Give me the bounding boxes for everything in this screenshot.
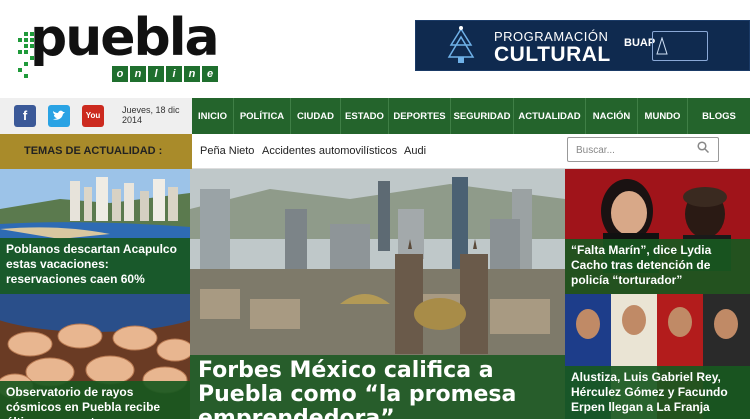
- header: puebla o n l i n e PROGRAMACIÓN CULTURAL…: [0, 0, 750, 98]
- page: puebla o n l i n e PROGRAMACIÓN CULTURAL…: [0, 0, 750, 419]
- facebook-icon[interactable]: f: [14, 105, 36, 127]
- nav-item-estado[interactable]: ESTADO: [341, 98, 389, 134]
- christmas-tree-icon: [447, 26, 475, 63]
- banner-line2: CULTURAL: [494, 43, 611, 66]
- nav-item-deportes[interactable]: DEPORTES: [389, 98, 451, 134]
- banner-line1: PROGRAMACIÓN: [494, 29, 609, 44]
- main-nav: INICIO POLÍTICA CIUDAD ESTADO DEPORTES S…: [192, 98, 750, 134]
- logo-letter: l: [148, 66, 164, 82]
- topics-label: TEMAS DE ACTUALIDAD :: [0, 134, 192, 169]
- story-tile-observatorio[interactable]: Observatorio de rayos cósmicos en Puebla…: [0, 294, 190, 419]
- nav-item-mundo[interactable]: MUNDO: [638, 98, 688, 134]
- twitter-icon[interactable]: [48, 105, 70, 127]
- site-logo[interactable]: puebla o n l i n e: [16, 8, 246, 88]
- story-tile-lydia[interactable]: “Falta Marín”, dice Lydia Cacho tras det…: [565, 169, 750, 294]
- story-title[interactable]: “Falta Marín”, dice Lydia Cacho tras det…: [565, 239, 750, 294]
- topic-link[interactable]: Audi: [404, 145, 426, 157]
- logo-letter: n: [130, 66, 146, 82]
- advert-banner[interactable]: PROGRAMACIÓN CULTURAL BUAP: [415, 20, 750, 71]
- current-date: Jueves, 18 dic 2014: [122, 105, 180, 125]
- nav-item-nacion[interactable]: NACIÓN: [586, 98, 638, 134]
- logo-letter: e: [202, 66, 218, 82]
- nav-item-blogs[interactable]: BLOGS: [688, 98, 750, 134]
- nav-item-inicio[interactable]: INICIO: [192, 98, 234, 134]
- logo-letter: o: [112, 66, 128, 82]
- story-title[interactable]: Observatorio de rayos cósmicos en Puebla…: [0, 381, 190, 419]
- story-title[interactable]: Alustiza, Luis Gabriel Rey, Hérculez Góm…: [565, 366, 750, 419]
- story-tile-lafranja[interactable]: Alustiza, Luis Gabriel Rey, Hérculez Góm…: [565, 294, 750, 419]
- nav-item-seguridad[interactable]: SEGURIDAD: [451, 98, 514, 134]
- social-bar: f You Jueves, 18 dic 2014: [0, 98, 192, 134]
- search-icon[interactable]: [697, 141, 709, 153]
- nav-item-politica[interactable]: POLÍTICA: [234, 98, 291, 134]
- topic-link[interactable]: Accidentes automovilísticos: [262, 145, 397, 157]
- logo-letter: i: [166, 66, 182, 82]
- story-title[interactable]: Forbes México califica a Puebla como “la…: [190, 355, 565, 419]
- topic-link[interactable]: Peña Nieto: [200, 145, 254, 157]
- logo-online: o n l i n e: [112, 66, 218, 82]
- story-tile-acapulco[interactable]: Poblanos descartan Acapulco estas vacaci…: [0, 169, 190, 294]
- story-title[interactable]: Poblanos descartan Acapulco estas vacaci…: [0, 238, 190, 294]
- story-tile-main[interactable]: Forbes México califica a Puebla como “la…: [190, 169, 565, 419]
- logo-word: puebla: [30, 8, 220, 68]
- youtube-icon[interactable]: You: [82, 105, 104, 127]
- nav-item-ciudad[interactable]: CIUDAD: [291, 98, 341, 134]
- buap-emblem-icon: [652, 31, 708, 61]
- banner-org: BUAP: [624, 37, 656, 49]
- logo-letter: n: [184, 66, 200, 82]
- nav-item-actualidad[interactable]: ACTUALIDAD: [514, 98, 586, 134]
